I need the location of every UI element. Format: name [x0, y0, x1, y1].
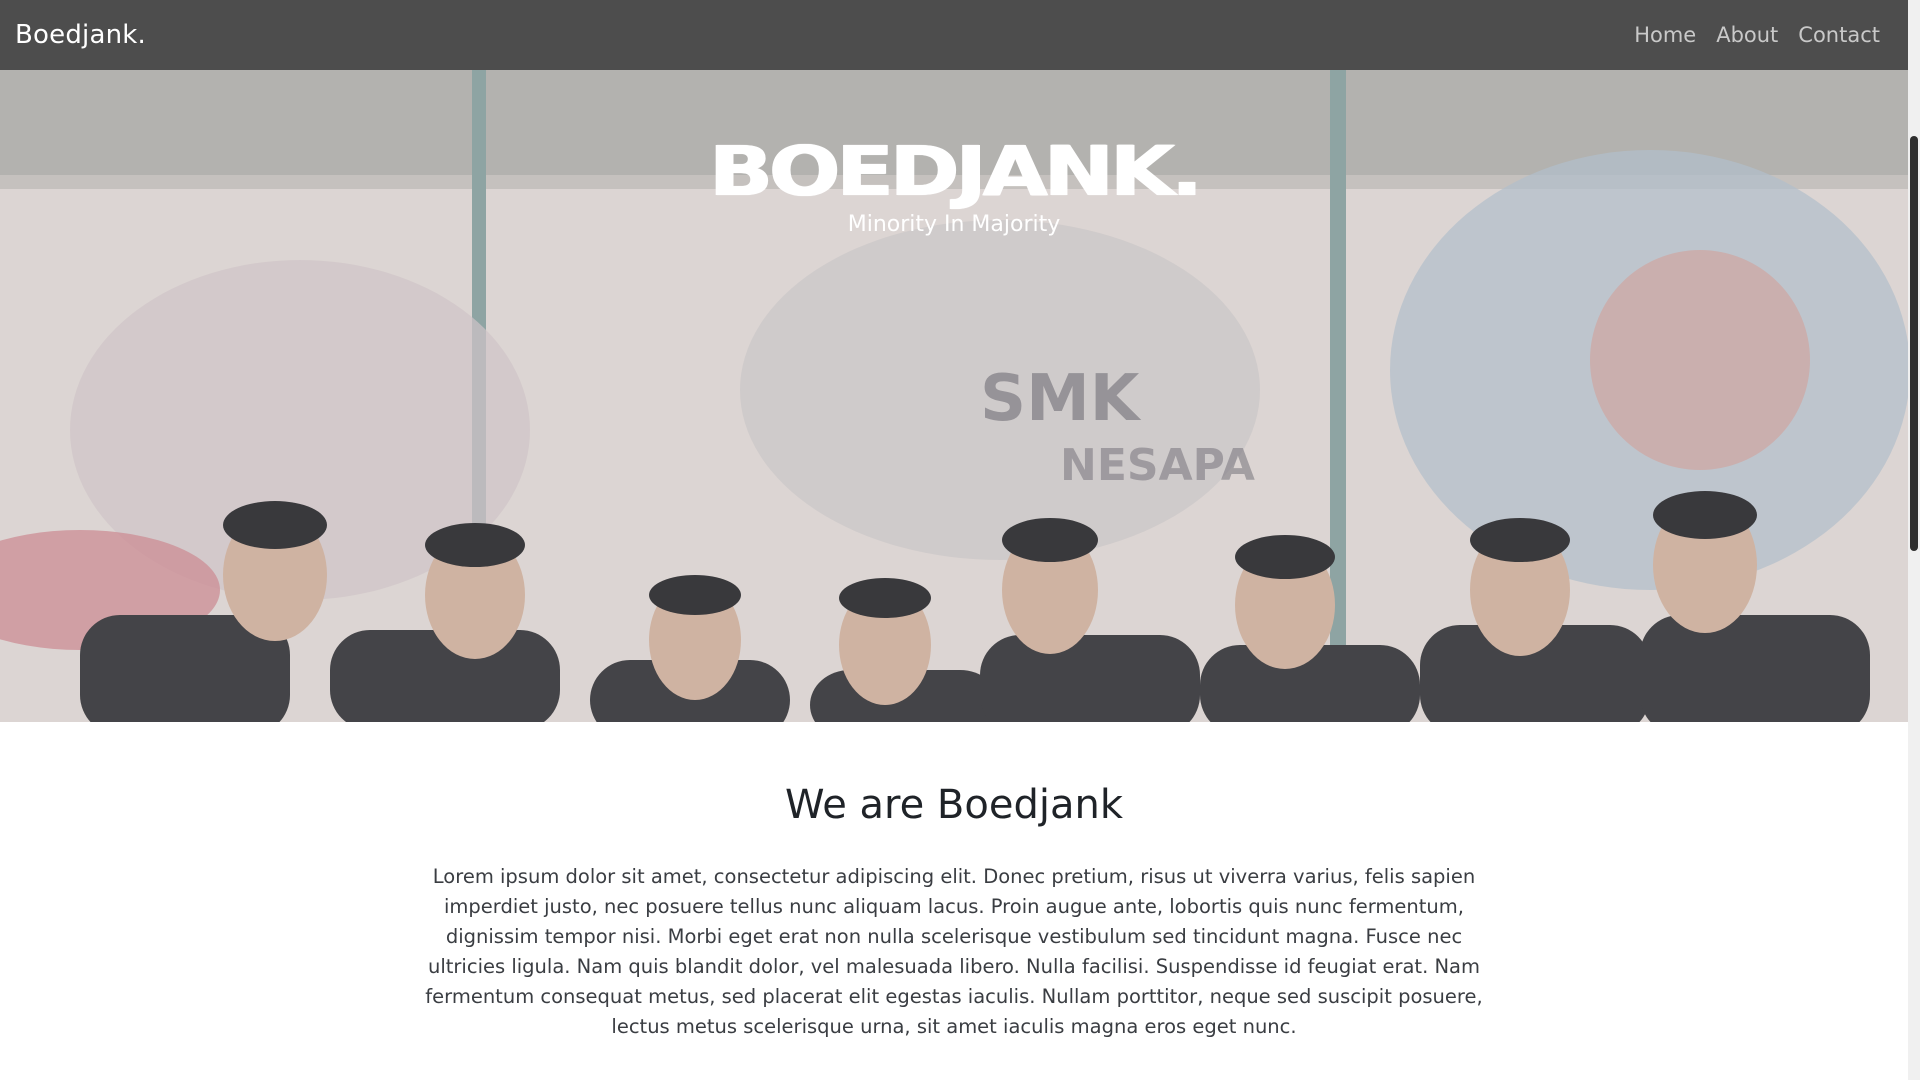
nav-link-contact[interactable]: Contact [1798, 23, 1880, 47]
about-paragraph: Lorem ipsum dolor sit amet, consectetur … [425, 865, 1483, 1038]
nav-links: Home About Contact [1634, 23, 1880, 47]
brand-logo-link[interactable]: Boedjank. [15, 20, 146, 50]
navbar: Boedjank. Home About Contact [0, 0, 1908, 70]
hero-title: BOEDJANK. [708, 130, 1203, 212]
hero-section: SMK NESAPA BOEDJANK. Minority In Majorit… [0, 70, 1908, 722]
hero-subtitle: Minority In Majority [847, 212, 1061, 237]
page: Boedjank. Home About Contact SMK NESAPA [0, 0, 1920, 1080]
nav-link-about[interactable]: About [1716, 23, 1778, 47]
nav-link-home[interactable]: Home [1634, 23, 1696, 47]
about-heading: We are Boedjank [785, 782, 1123, 828]
about-section: We are Boedjank Lorem ipsum dolor sit am… [0, 722, 1908, 1080]
vertical-scrollbar[interactable] [1908, 0, 1920, 1080]
scrollbar-thumb[interactable] [1910, 136, 1918, 551]
